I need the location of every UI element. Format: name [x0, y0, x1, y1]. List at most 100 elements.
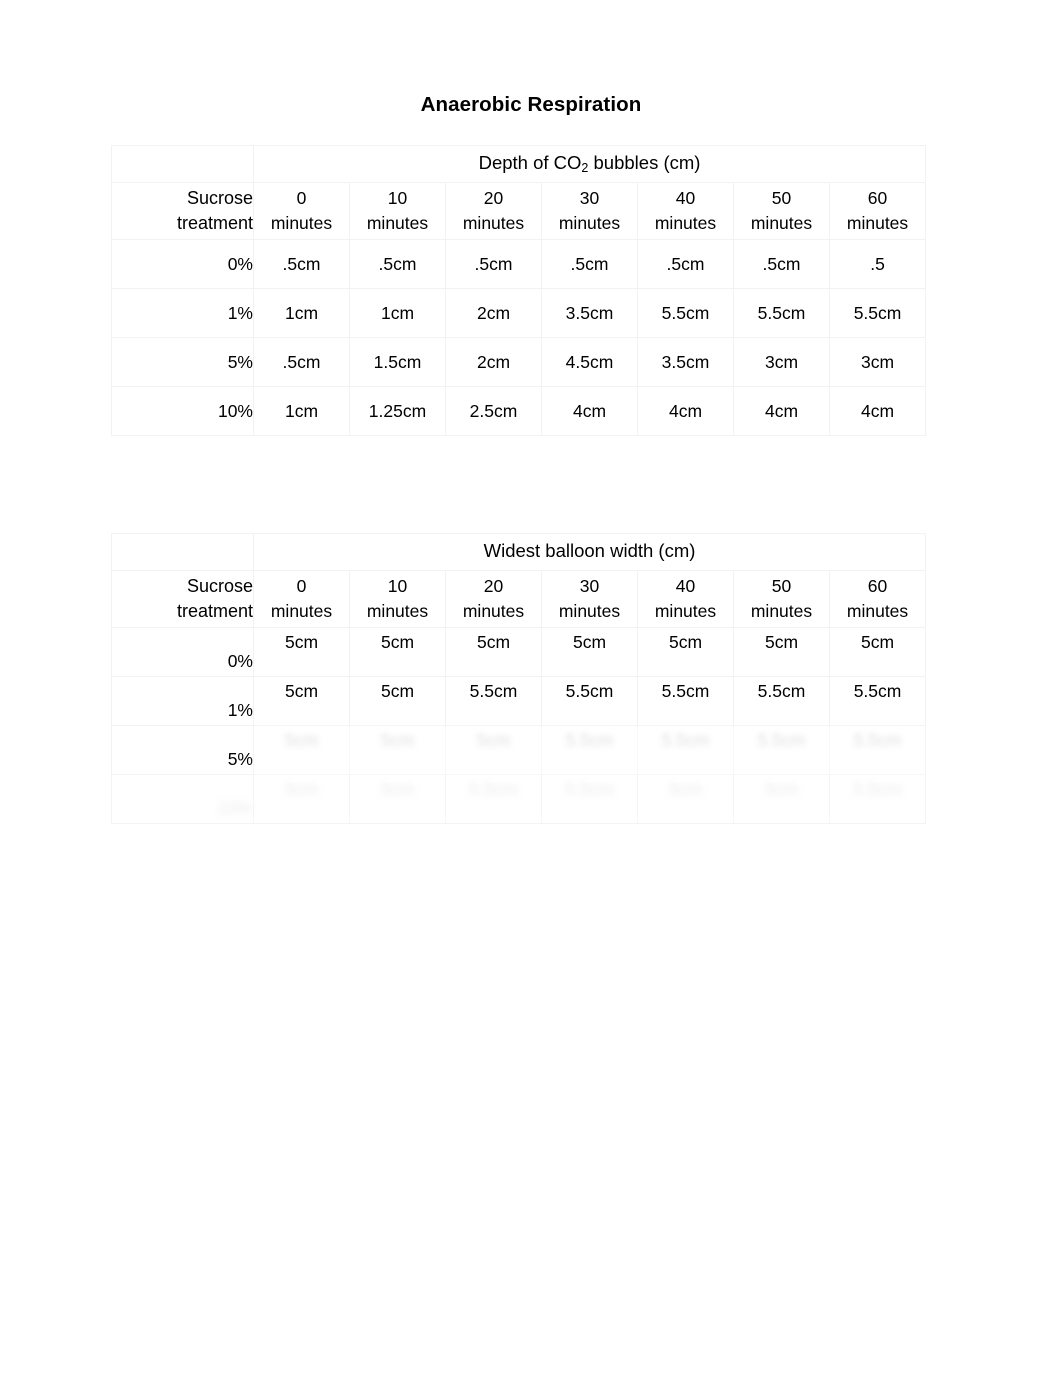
- page-title: Anaerobic Respiration: [420, 93, 642, 116]
- data-cell: 4cm: [541, 386, 638, 436]
- data-cell: 1cm: [349, 288, 446, 338]
- table-corner-spacer: [111, 533, 254, 571]
- table-row: 1% 1cm 1cm 2cm 3.5cm 5.5cm 5.5cm 5.5cm: [111, 288, 927, 338]
- data-cell: 5.5cm: [637, 725, 734, 775]
- data-cell: .5: [828, 239, 927, 289]
- row-label: 10%: [111, 386, 254, 436]
- data-cell: 5.5cm: [828, 774, 927, 824]
- table-row: 5% 5cm 5cm 5cm 5.5cm 5.5cm 5.5cm 5.5cm: [111, 725, 927, 775]
- row-label: 1%: [111, 676, 254, 726]
- data-cell: .5cm: [541, 239, 638, 289]
- data-cell: 5.5cm: [541, 774, 638, 824]
- data-cell: 5.5cm: [541, 725, 638, 775]
- widest-balloon-width-table: Widest balloon width (cm) Sucrose treatm…: [111, 533, 927, 824]
- data-cell: 1.5cm: [349, 337, 446, 387]
- data-cell: 5.5cm: [445, 774, 542, 824]
- data-cell: 5cm: [445, 725, 542, 775]
- data-cell: 2cm: [445, 337, 542, 387]
- data-cell: .5cm: [733, 239, 830, 289]
- column-header-30-minutes: 30 minutes: [541, 182, 638, 240]
- data-cell: 3cm: [828, 337, 927, 387]
- row-label: 5%: [111, 725, 254, 775]
- data-cell: 5cm: [637, 627, 734, 677]
- column-header-unit: minutes: [654, 601, 717, 621]
- column-header-40-minutes: 40 minutes: [637, 570, 734, 628]
- column-header-60-minutes: 60 minutes: [828, 570, 927, 628]
- data-cell: .5cm: [253, 239, 350, 289]
- column-header-unit: minutes: [750, 601, 813, 621]
- data-cell: 2cm: [445, 288, 542, 338]
- data-cell: 5cm: [349, 725, 446, 775]
- data-cell: 5.5cm: [828, 288, 927, 338]
- column-header-10-minutes: 10 minutes: [349, 570, 446, 628]
- column-header-number: 20: [483, 188, 504, 208]
- sucrose-treatment-header: Sucrose treatment: [111, 182, 254, 240]
- data-cell: 5cm: [733, 774, 830, 824]
- row-label: 10%: [111, 774, 254, 824]
- data-cell: 1cm: [253, 386, 350, 436]
- data-cell: 5cm: [349, 676, 446, 726]
- data-cell: 5cm: [253, 676, 350, 726]
- table-row: 10% 1cm 1.25cm 2.5cm 4cm 4cm 4cm 4cm: [111, 386, 927, 436]
- column-header-number: 10: [387, 188, 408, 208]
- sucrose-treatment-header-line1: Sucrose: [186, 188, 253, 208]
- column-header-number: 30: [579, 188, 600, 208]
- table-span-header: Depth of CO2 bubbles (cm): [252, 145, 927, 183]
- data-cell: 5.5cm: [733, 288, 830, 338]
- data-cell: 5cm: [349, 627, 446, 677]
- table-corner-spacer: [111, 145, 254, 183]
- column-header-number: 0: [296, 188, 307, 208]
- column-header-number: 60: [867, 188, 888, 208]
- data-cell: 5cm: [733, 627, 830, 677]
- column-header-number: 50: [771, 576, 792, 596]
- data-cell: 4cm: [733, 386, 830, 436]
- span-header-text-pre: Widest balloon width (cm): [483, 540, 696, 561]
- column-header-60-minutes: 60 minutes: [828, 182, 927, 240]
- row-label: 5%: [111, 337, 254, 387]
- column-header-number: 0: [296, 576, 307, 596]
- sucrose-treatment-header: Sucrose treatment: [111, 570, 254, 628]
- data-cell: 5.5cm: [828, 725, 927, 775]
- data-cell: 3.5cm: [637, 337, 734, 387]
- column-header-number: 40: [675, 576, 696, 596]
- data-cell: 5cm: [828, 627, 927, 677]
- data-cell: 2.5cm: [445, 386, 542, 436]
- column-header-0-minutes: 0 minutes: [253, 570, 350, 628]
- column-header-number: 40: [675, 188, 696, 208]
- data-cell: .5cm: [445, 239, 542, 289]
- table-row: 1% 5cm 5cm 5.5cm 5.5cm 5.5cm 5.5cm 5.5cm: [111, 676, 927, 726]
- column-header-number: 10: [387, 576, 408, 596]
- column-header-40-minutes: 40 minutes: [637, 182, 734, 240]
- column-header-50-minutes: 50 minutes: [733, 570, 830, 628]
- document-page: Anaerobic Respiration Depth of CO2 bubbl…: [0, 0, 1062, 1377]
- data-cell: .5cm: [253, 337, 350, 387]
- column-header-unit: minutes: [270, 601, 333, 621]
- column-header-unit: minutes: [750, 213, 813, 233]
- table-span-header-row: Depth of CO2 bubbles (cm): [111, 145, 927, 183]
- column-header-number: 20: [483, 576, 504, 596]
- data-cell: 5cm: [637, 774, 734, 824]
- data-cell: 1cm: [253, 288, 350, 338]
- data-cell: 5cm: [349, 774, 446, 824]
- row-label: 0%: [111, 239, 254, 289]
- table-span-header-row: Widest balloon width (cm): [111, 533, 927, 571]
- sucrose-treatment-header-line2: treatment: [176, 213, 253, 233]
- data-cell: 5.5cm: [445, 676, 542, 726]
- data-cell: 5.5cm: [541, 676, 638, 726]
- data-cell: 5.5cm: [637, 676, 734, 726]
- column-header-unit: minutes: [558, 601, 621, 621]
- row-label: 0%: [111, 627, 254, 677]
- table-row: 0% .5cm .5cm .5cm .5cm .5cm .5cm .5: [111, 239, 927, 289]
- row-label: 1%: [111, 288, 254, 338]
- column-header-20-minutes: 20 minutes: [445, 570, 542, 628]
- data-cell: 5cm: [253, 725, 350, 775]
- column-header-unit: minutes: [846, 601, 909, 621]
- data-cell: 5cm: [445, 627, 542, 677]
- column-header-0-minutes: 0 minutes: [253, 182, 350, 240]
- data-cell: 3cm: [733, 337, 830, 387]
- data-cell: 1.25cm: [349, 386, 446, 436]
- sucrose-treatment-header-line2: treatment: [176, 601, 253, 621]
- column-header-30-minutes: 30 minutes: [541, 570, 638, 628]
- sucrose-treatment-header-line1: Sucrose: [186, 576, 253, 596]
- data-cell: 4.5cm: [541, 337, 638, 387]
